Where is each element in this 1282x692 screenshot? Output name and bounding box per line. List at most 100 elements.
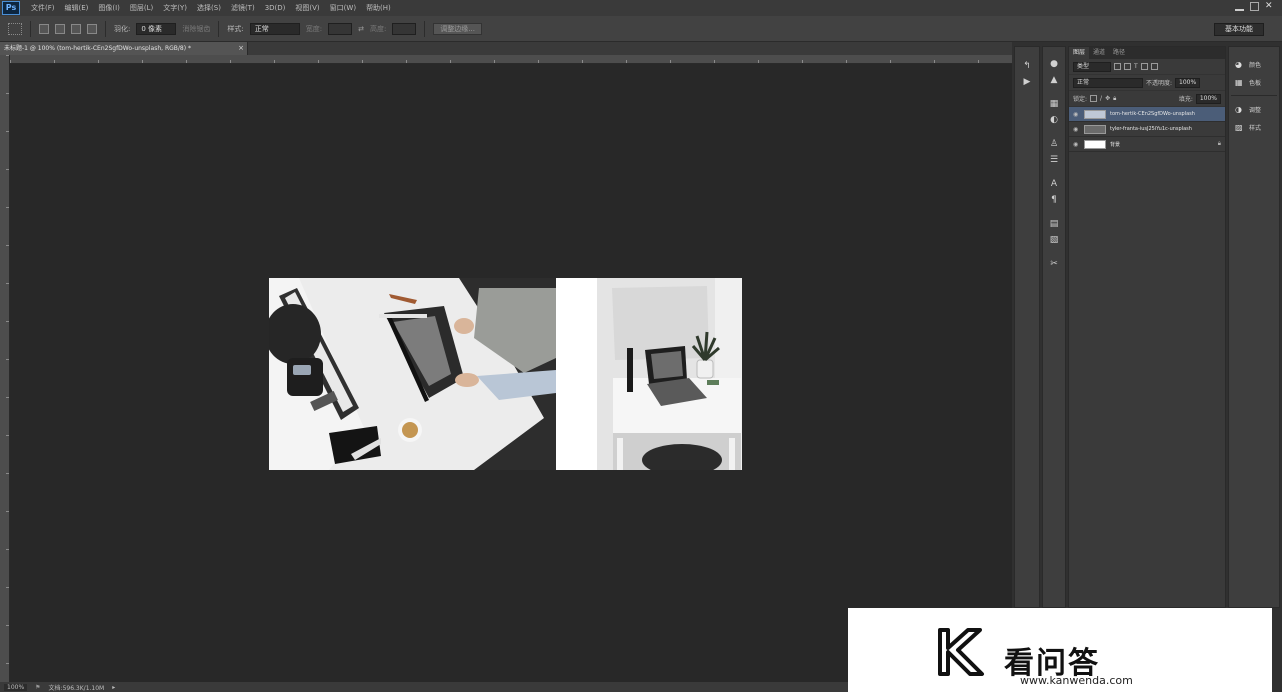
close-icon[interactable]: ✕ [1265,2,1274,11]
character-icon[interactable]: A [1048,179,1060,189]
collapsed-panel-strip-2: ● ▲ ▦ ◐ ♙ ☰ A ¶ ▤ ▧ ✂ [1042,46,1066,608]
opacity-input[interactable]: 100% [1175,77,1201,88]
lock-label: 锁定: [1073,96,1088,103]
width-label: 宽度: [305,24,323,33]
layer-thumbnail [1084,124,1106,134]
window-controls: ✕ [1235,2,1274,11]
divider [1231,95,1277,96]
canvas-area[interactable] [11,65,1011,682]
properties-icon[interactable]: ☰ [1048,155,1060,165]
eye-icon[interactable]: ◉ [1073,126,1080,133]
paragraph-icon[interactable]: ¶ [1048,195,1060,205]
info-icon[interactable]: ◐ [1048,115,1060,125]
layer-row[interactable]: ◉ 背景 🔒︎ [1069,137,1225,152]
mountain-icon[interactable]: ▲ [1048,75,1060,85]
style-label: 样式: [227,24,244,33]
refine-edge-button[interactable]: 调整边缘... [433,22,482,35]
lock-image-icon[interactable]: / [1100,95,1102,102]
filter-shape-icon[interactable] [1140,63,1148,70]
menu-type[interactable]: 文字(Y) [158,0,192,16]
vertical-ruler[interactable] [0,55,10,682]
status-menu-arrow-icon[interactable]: ▸ [112,684,115,691]
zoom-level[interactable]: 100% [4,683,28,691]
blend-mode-select[interactable]: 正常 [1073,77,1143,88]
panel-swatches[interactable]: ▦ 色板 [1229,73,1279,91]
menu-view[interactable]: 视图(V) [290,0,324,16]
document-tab-strip: 未标题-1 @ 100% (tom-hertik-CEn2SgfDWo-unsp… [0,42,1012,55]
eye-icon[interactable]: ◉ [1073,141,1080,148]
menu-select[interactable]: 选择(S) [192,0,226,16]
tab-paths[interactable]: 路径 [1109,47,1129,59]
filter-adjust-icon[interactable] [1124,63,1131,70]
layer-thumbnail [1084,139,1106,149]
marquee-tool-icon[interactable] [8,22,22,35]
document-size: 文档:596.3K/1.10M [48,684,105,692]
tool-presets-icon[interactable]: ✂ [1048,259,1060,269]
photo-desk-overhead [269,278,556,470]
antialias-checkbox[interactable]: 消除锯齿 [182,24,210,34]
divider [424,20,426,37]
history-icon[interactable]: ↰ [1021,61,1033,71]
lock-position-icon[interactable]: ✥ [1105,95,1110,102]
menu-edit[interactable]: 编辑(E) [60,0,94,16]
intersect-selection-icon[interactable] [87,23,97,34]
panel-adjustments[interactable]: ◑ 调整 [1229,100,1279,118]
minimize-icon[interactable] [1235,2,1244,11]
clone-source-icon[interactable]: ♙ [1048,139,1060,149]
add-selection-icon[interactable] [55,23,65,34]
swatches-icon: ▦ [1235,77,1243,87]
swap-icon[interactable]: ⇄ [358,25,364,33]
menu-window[interactable]: 窗口(W) [325,0,361,16]
tab-channels[interactable]: 通道 [1089,47,1109,59]
feather-input[interactable]: 0 像素 [136,22,177,35]
actions-play-icon[interactable]: ▶ [1021,77,1033,87]
layer-filter-row: 类型 T [1069,59,1225,75]
panel-styles[interactable]: ▨ 样式 [1229,118,1279,136]
divider [218,20,220,37]
desk-corner-illustration [557,278,742,470]
opacity-label: 不透明度: [1146,80,1173,87]
workspace-select[interactable]: 基本功能 [1214,23,1264,36]
menu-3d[interactable]: 3D(D) [260,0,291,16]
menu-layer[interactable]: 图层(L) [125,0,158,16]
tab-layers[interactable]: 图层 [1069,47,1090,59]
divider [30,20,31,37]
style-select[interactable]: 正常 [249,22,300,35]
tab-close-icon[interactable]: × [238,42,244,55]
menu-image[interactable]: 图像(I) [93,0,125,16]
menu-bar: Ps 文件(F) 编辑(E) 图像(I) 图层(L) 文字(Y) 选择(S) 滤… [0,0,1282,16]
width-input[interactable] [328,22,353,35]
layers-panel-tabs: 图层 通道 路径 [1069,47,1225,59]
layer-kind-filter[interactable]: 类型 [1073,61,1111,72]
layer-row[interactable]: ◉ tyler-franta-iusJ25iYu1c-unsplash [1069,122,1225,137]
eye-icon[interactable]: ◉ [1073,111,1080,118]
horizontal-ruler[interactable] [10,55,1012,64]
lock-transparent-icon[interactable] [1090,95,1098,102]
menu-help[interactable]: 帮助(H) [361,0,396,16]
filter-type-icon[interactable]: T [1134,63,1138,70]
color-sampler-icon[interactable]: ● [1048,59,1060,69]
height-input[interactable] [392,22,417,35]
feather-label: 羽化: [114,24,131,33]
subtract-selection-icon[interactable] [71,23,81,34]
lock-all-icon[interactable]: 🔒︎ [1113,95,1116,103]
notes-icon[interactable]: ▤ [1048,219,1060,229]
filter-smart-icon[interactable] [1150,63,1158,70]
menu-file[interactable]: 文件(F) [26,0,60,16]
menu-filter[interactable]: 滤镜(T) [226,0,260,16]
document-tab[interactable]: 未标题-1 @ 100% (tom-hertik-CEn2SgfDWo-unsp… [0,42,248,55]
filter-pixel-icon[interactable] [1114,63,1121,70]
fill-input[interactable]: 100% [1195,93,1221,104]
new-selection-icon[interactable] [39,23,49,34]
share-icon[interactable]: ⚑ [35,684,40,691]
document-canvas[interactable] [269,278,742,470]
layer-name: tyler-franta-iusJ25iYu1c-unsplash [1110,126,1192,132]
panel-color[interactable]: ◕ 颜色 [1229,55,1279,73]
brush-preset-icon[interactable]: ▦ [1048,99,1060,109]
color-icon: ◕ [1235,59,1242,69]
layer-row[interactable]: ◉ tom-hertik-CEn2SgfDWo-unsplash [1069,107,1225,122]
restore-icon[interactable] [1250,2,1259,11]
panel-swatches-label: 色板 [1249,79,1262,87]
comp-icon[interactable]: ▧ [1048,235,1060,245]
watermark-url: www.kanwenda.com [1020,674,1133,687]
